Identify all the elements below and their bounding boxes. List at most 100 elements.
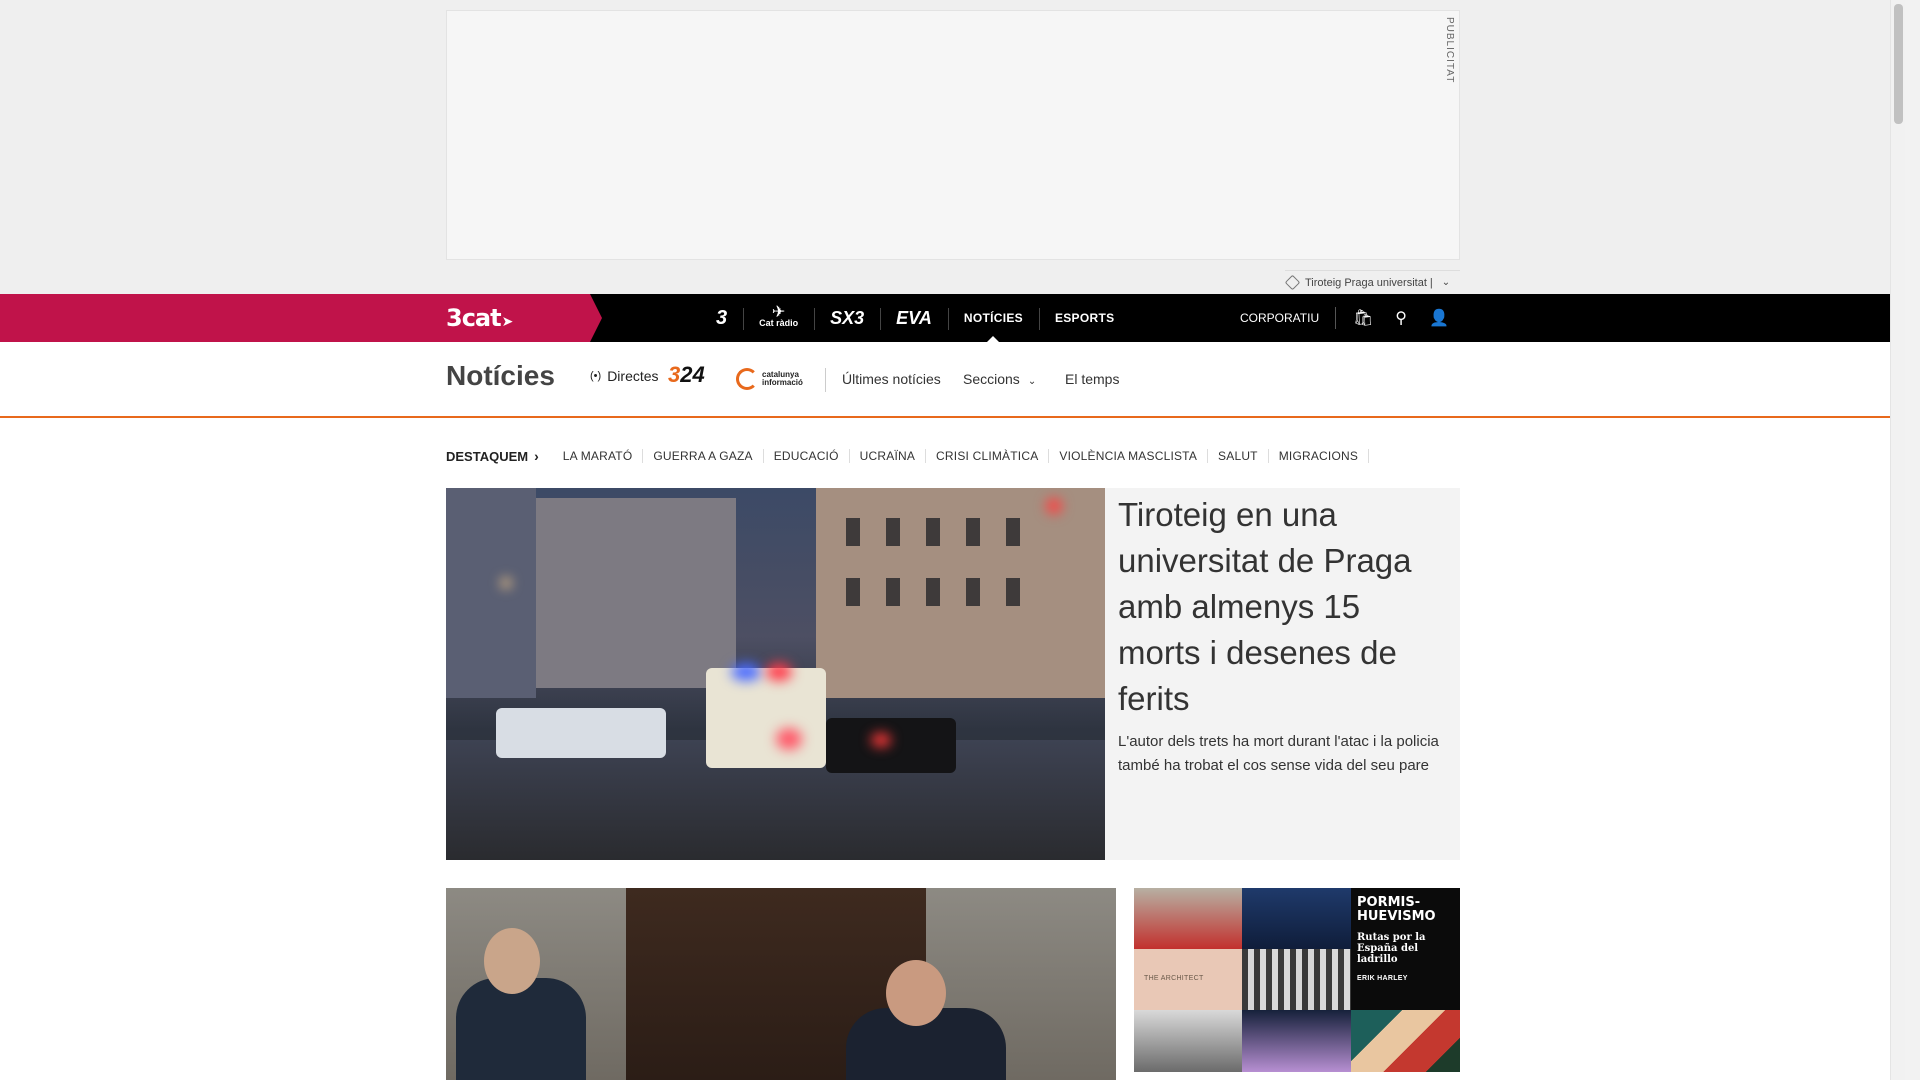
ci-circle-icon bbox=[736, 368, 758, 390]
channel-sx3-logo[interactable]: SX3 bbox=[814, 294, 880, 342]
brand-bar: 3cat➤ bbox=[0, 294, 602, 342]
window bbox=[926, 518, 940, 546]
destaquem-bar: DESTAQUEM › LA MARATÓ GUERRA A GAZA EDUCA… bbox=[446, 446, 1370, 466]
section-bar: Notícies (•) Directes 324 catalunya infor… bbox=[0, 342, 1905, 418]
logo324-part-b: 24 bbox=[680, 362, 705, 387]
directes-link[interactable]: (•) Directes bbox=[590, 368, 659, 384]
3cat-logo[interactable]: 3cat➤ bbox=[446, 304, 514, 332]
tag-crisi-climatica[interactable]: CRISI CLIMÀTICA bbox=[926, 449, 1050, 463]
promo-mosaic[interactable]: PORMIS-HUEVISMO Rutas por la España del … bbox=[1134, 888, 1460, 1072]
play-arrow-icon: ➤ bbox=[501, 314, 514, 330]
catalunya-informacio-logo[interactable]: catalunya informació bbox=[736, 368, 803, 390]
brand-name: 3cat bbox=[446, 304, 502, 332]
siren-red bbox=[766, 663, 792, 681]
chevron-down-icon: ⌄ bbox=[1027, 376, 1037, 387]
window bbox=[846, 578, 860, 606]
tag-violencia-masclista[interactable]: VIOLÈNCIA MASCLISTA bbox=[1049, 449, 1209, 463]
chevron-down-icon: ⌄ bbox=[1441, 277, 1451, 288]
tag-icon bbox=[1284, 274, 1301, 291]
promo-title: PORMIS-HUEVISMO bbox=[1357, 895, 1436, 924]
mosaic-tile bbox=[1242, 1010, 1351, 1072]
building-mid bbox=[536, 498, 736, 688]
tag-migracions[interactable]: MIGRACIONS bbox=[1269, 449, 1370, 463]
hero-article[interactable]: Tiroteig en una universitat de Praga amb… bbox=[446, 488, 1460, 860]
mosaic-tile bbox=[1242, 949, 1351, 1010]
secondary-article-image[interactable] bbox=[446, 888, 1116, 1080]
mosaic-label: THE ARCHITECT bbox=[1144, 975, 1204, 982]
topic-tag-text: Tiroteig Praga universitat | bbox=[1305, 276, 1433, 289]
tag-la-marato[interactable]: LA MARATÓ bbox=[553, 449, 644, 463]
window bbox=[886, 578, 900, 606]
search-icon[interactable]: ⚲ bbox=[1382, 294, 1420, 342]
page: PUBLICITAT Tiroteig Praga universitat | … bbox=[0, 0, 1905, 1080]
window bbox=[886, 518, 900, 546]
street-lamp bbox=[501, 578, 511, 588]
scrollbar-thumb[interactable] bbox=[1894, 4, 1903, 124]
directes-label: Directes bbox=[607, 368, 659, 384]
building-left bbox=[446, 488, 536, 698]
ad-label: PUBLICITAT bbox=[1444, 17, 1455, 84]
seccions-dropdown[interactable]: Seccions ⌄ bbox=[963, 371, 1036, 387]
dark-car bbox=[826, 718, 956, 773]
promo-subtitle: Rutas por la España del ladrillo bbox=[1357, 932, 1426, 965]
catradio-wing-icon: ✈ bbox=[771, 304, 786, 321]
mosaic-tile bbox=[1134, 888, 1242, 949]
channel-3-logo[interactable]: 3 bbox=[700, 294, 743, 342]
window bbox=[966, 518, 980, 546]
3cat24-logo[interactable]: 324 bbox=[668, 362, 705, 388]
tag-ucraina[interactable]: UCRAÏNA bbox=[850, 449, 927, 463]
nav-esports[interactable]: ESPORTS bbox=[1038, 294, 1130, 342]
tag-educacio[interactable]: EDUCACIÓ bbox=[764, 449, 850, 463]
person-right-head bbox=[886, 960, 946, 1026]
seccions-label: Seccions bbox=[963, 371, 1020, 387]
mosaic-tile bbox=[1134, 1010, 1242, 1072]
topic-tag-selector[interactable]: Tiroteig Praga universitat | ⌄ bbox=[1284, 270, 1460, 294]
ambulance bbox=[706, 668, 826, 768]
person-left-head bbox=[484, 928, 540, 994]
window bbox=[1006, 578, 1020, 606]
section-divider bbox=[825, 368, 826, 392]
tag-guerra-a-gaza[interactable]: GUERRA A GAZA bbox=[643, 449, 764, 463]
window bbox=[926, 578, 940, 606]
hero-image[interactable] bbox=[446, 488, 1105, 860]
user-icon[interactable]: 👤 bbox=[1420, 294, 1458, 342]
tail-light bbox=[871, 733, 891, 747]
channel-list: 3 ✈ Cat ràdio SX3 EVA NOTÍCIES ESPORTS bbox=[700, 294, 1130, 342]
nav-corporatiu[interactable]: CORPORATIU bbox=[1240, 307, 1337, 329]
tail-light bbox=[776, 728, 802, 750]
channel-catradio-logo[interactable]: ✈ Cat ràdio bbox=[743, 294, 814, 342]
promo-author: ERIK HARLEY bbox=[1357, 975, 1408, 982]
tag-salut[interactable]: SALUT bbox=[1208, 449, 1269, 463]
section-title[interactable]: Notícies bbox=[446, 360, 555, 392]
nav-tools: CORPORATIU 🛍 ⚲ 👤 bbox=[1240, 294, 1458, 342]
window bbox=[966, 578, 980, 606]
ad-zone: PUBLICITAT Tiroteig Praga universitat | … bbox=[0, 0, 1905, 294]
chevron-right-icon: › bbox=[534, 448, 539, 464]
window bbox=[846, 518, 860, 546]
mosaic-tile bbox=[1351, 1010, 1460, 1072]
promo-book-cover: PORMIS-HUEVISMO Rutas por la España del … bbox=[1351, 888, 1460, 1010]
hero-headline[interactable]: Tiroteig en una universitat de Praga amb… bbox=[1118, 492, 1448, 722]
mosaic-tile: THE ARCHITECT bbox=[1134, 949, 1242, 1010]
catradio-label: Cat ràdio bbox=[759, 318, 799, 328]
logo324-part-a: 3 bbox=[668, 362, 681, 387]
mosaic-tile bbox=[1242, 888, 1351, 949]
live-broadcast-icon: (•) bbox=[590, 370, 602, 382]
shop-bag-icon[interactable]: 🛍 bbox=[1344, 294, 1382, 342]
ultimes-noticies-link[interactable]: Últimes notícies bbox=[842, 371, 941, 387]
nav-noticies[interactable]: NOTÍCIES bbox=[947, 294, 1039, 342]
traffic-light bbox=[1046, 498, 1062, 514]
person-left bbox=[456, 978, 586, 1080]
police-car bbox=[496, 708, 666, 758]
siren-blue bbox=[731, 663, 761, 681]
ci-line2: informació bbox=[762, 378, 803, 387]
ad-banner[interactable]: PUBLICITAT bbox=[446, 10, 1460, 260]
destaquem-heading[interactable]: DESTAQUEM › bbox=[446, 448, 539, 464]
destaquem-label: DESTAQUEM bbox=[446, 449, 529, 464]
vertical-scrollbar[interactable] bbox=[1890, 0, 1905, 1080]
hero-summary: L'autor dels trets ha mort durant l'atac… bbox=[1118, 733, 1439, 774]
el-temps-link[interactable]: El temps bbox=[1065, 371, 1119, 387]
channel-eva-logo[interactable]: EVA bbox=[880, 294, 948, 342]
top-nav: 3cat➤ 3 ✈ Cat ràdio SX3 EVA NOTÍCIES ESP… bbox=[0, 294, 1905, 342]
window bbox=[1006, 518, 1020, 546]
